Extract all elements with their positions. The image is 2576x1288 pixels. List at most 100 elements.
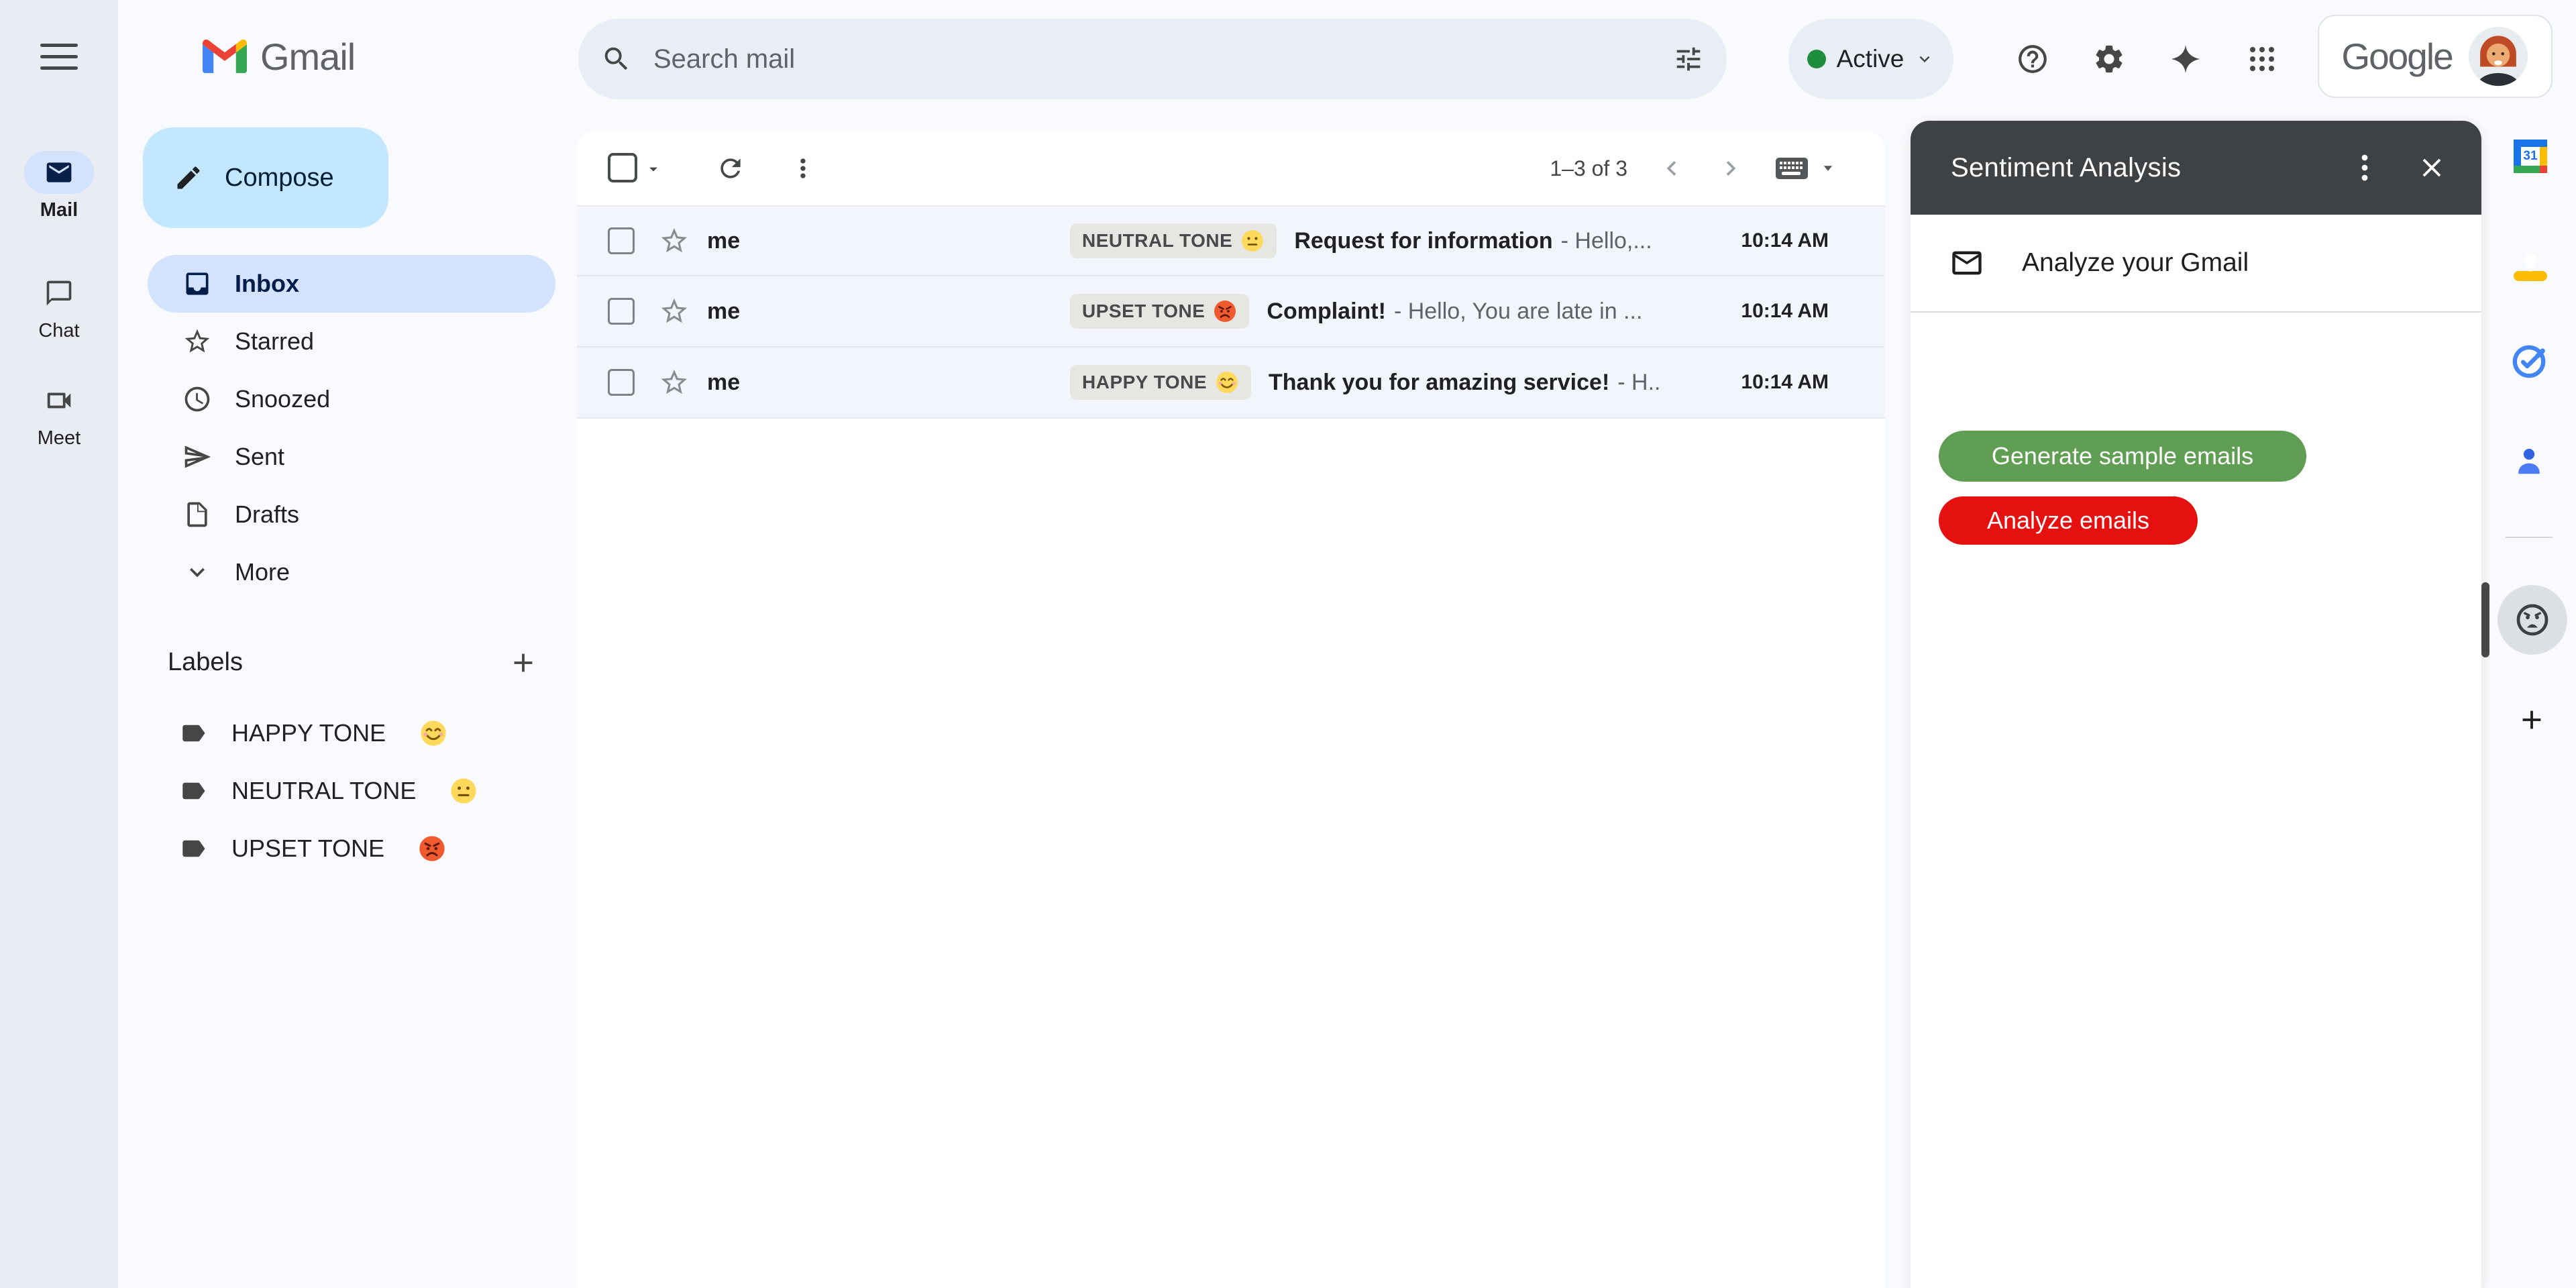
settings-button[interactable]: [2089, 39, 2129, 79]
email-subject: Thank you for amazing service!: [1269, 370, 1609, 396]
contacts-button[interactable]: [2511, 443, 2547, 481]
email-subject: Complaint!: [1267, 299, 1386, 325]
chat-icon: [44, 278, 74, 308]
tasks-button[interactable]: [2511, 343, 2547, 382]
sidebar-item-label: Sent: [235, 443, 284, 471]
hamburger-menu-button[interactable]: [38, 41, 80, 73]
help-button[interactable]: [2012, 39, 2053, 79]
star-icon: [182, 327, 212, 356]
chevron-down-icon: [1915, 49, 1935, 69]
add-label-button[interactable]: [506, 645, 541, 680]
neutral-face-emoji: [449, 777, 478, 805]
search-bar: [578, 19, 1727, 99]
sidebar-item-more[interactable]: More: [148, 543, 555, 601]
keep-button[interactable]: [2514, 246, 2547, 281]
sidebar-item-snoozed[interactable]: Snoozed: [148, 370, 555, 428]
status-chip-active[interactable]: Active: [1788, 19, 1953, 99]
envelope-icon: [1949, 246, 1984, 280]
gemini-button[interactable]: [2165, 39, 2206, 79]
sidebar-item-label: Starred: [235, 327, 314, 356]
sender-name: me: [707, 228, 1070, 254]
compose-button[interactable]: Compose: [143, 127, 388, 228]
row-checkbox[interactable]: [608, 298, 635, 325]
label-item-happy-tone[interactable]: HAPPY TONE: [148, 704, 555, 762]
help-icon: [2016, 42, 2049, 76]
gmail-app: Mail Chat Meet Gmail Active: [0, 0, 2576, 1288]
label-name: HAPPY TONE: [231, 719, 386, 747]
subject-snippet: Thank you for amazing service! - H..: [1269, 370, 1721, 396]
star-icon: [659, 367, 690, 398]
email-time: 10:14 AM: [1741, 371, 1829, 394]
select-all-checkbox[interactable]: [608, 153, 637, 182]
panel-title: Sentiment Analysis: [1951, 153, 2181, 183]
active-status-label: Active: [1837, 45, 1904, 73]
email-row[interactable]: me UPSET TONE Complaint! - Hello, You ar…: [577, 276, 1885, 347]
search-input[interactable]: [653, 44, 1673, 74]
sidebar-item-starred[interactable]: Starred: [148, 313, 555, 370]
side-strip: 31: [2481, 0, 2576, 1288]
select-dropdown-button[interactable]: [644, 160, 663, 178]
star-toggle[interactable]: [659, 367, 690, 398]
sidebar-item-inbox[interactable]: Inbox: [148, 255, 555, 313]
label-item-neutral-tone[interactable]: NEUTRAL TONE: [148, 762, 555, 820]
star-toggle[interactable]: [659, 225, 690, 256]
refresh-button[interactable]: [715, 153, 746, 184]
smiling-face-emoji: [1215, 370, 1239, 394]
rail-item-label: Mail: [0, 199, 118, 221]
row-checkbox[interactable]: [608, 369, 635, 396]
gmail-m-icon: [203, 40, 247, 73]
search-icon[interactable]: [601, 44, 632, 74]
next-page-button[interactable]: [1716, 154, 1746, 183]
chevron-left-icon: [1657, 154, 1686, 183]
tasks-icon: [2511, 343, 2547, 380]
gmail-wordmark: Gmail: [260, 35, 355, 78]
chip-label: HAPPY TONE: [1082, 372, 1207, 393]
mail-pill: [24, 151, 94, 194]
panel-header: Sentiment Analysis: [1911, 121, 2481, 215]
sentiment-chip: NEUTRAL TONE: [1070, 223, 1277, 258]
settings-gear-icon: [2092, 42, 2126, 76]
sidebar-item-sent[interactable]: Sent: [148, 428, 555, 486]
sentiment-chip: UPSET TONE: [1070, 294, 1249, 329]
email-row[interactable]: me NEUTRAL TONE Request for information …: [577, 205, 1885, 276]
email-time: 10:14 AM: [1741, 229, 1829, 252]
row-checkbox[interactable]: [608, 227, 635, 254]
sentiment-addon-button[interactable]: [2498, 585, 2567, 655]
close-icon: [2416, 152, 2447, 183]
sidebar-item-drafts[interactable]: Drafts: [148, 486, 555, 543]
search-options-button[interactable]: [1673, 44, 1704, 74]
generate-sample-emails-button[interactable]: Generate sample emails: [1939, 431, 2306, 482]
rail-item-chat[interactable]: Chat: [0, 272, 118, 342]
panel-menu-button[interactable]: [2350, 149, 2379, 186]
get-addons-button[interactable]: [2516, 704, 2547, 737]
panel-close-button[interactable]: [2414, 150, 2449, 185]
star-toggle[interactable]: [659, 296, 690, 327]
star-icon: [659, 296, 690, 327]
chevron-down-icon: [182, 557, 212, 587]
analyze-emails-button[interactable]: Analyze emails: [1939, 496, 2198, 545]
label-tag-icon: [179, 719, 207, 747]
sender-name: me: [707, 370, 1070, 396]
clock-icon: [182, 384, 212, 414]
list-toolbar: 1–3 of 3: [577, 131, 1885, 205]
email-subject: Request for information: [1294, 228, 1552, 254]
email-snippet: - Hello,...: [1561, 228, 1652, 254]
draft-icon: [182, 500, 212, 529]
more-options-button[interactable]: [788, 152, 818, 185]
email-time: 10:14 AM: [1741, 300, 1829, 323]
rail-item-mail[interactable]: Mail: [0, 151, 118, 221]
angry-face-emoji: [418, 835, 446, 863]
label-tag-icon: [179, 835, 207, 863]
sidebar-item-label: Inbox: [235, 270, 299, 298]
analyze-gmail-title: Analyze your Gmail: [2022, 248, 2249, 278]
sentiment-chip: HAPPY TONE: [1070, 365, 1251, 400]
keyboard-icon: [1775, 156, 1809, 181]
rail-item-meet[interactable]: Meet: [0, 379, 118, 449]
gmail-logo[interactable]: Gmail: [203, 35, 355, 78]
email-row[interactable]: me HAPPY TONE Thank you for amazing serv…: [577, 347, 1885, 419]
apps-grid-button[interactable]: [2242, 39, 2282, 79]
input-method-button[interactable]: [1775, 156, 1838, 181]
chat-pill: [24, 272, 94, 315]
previous-page-button[interactable]: [1657, 154, 1686, 183]
label-item-upset-tone[interactable]: UPSET TONE: [148, 820, 555, 877]
